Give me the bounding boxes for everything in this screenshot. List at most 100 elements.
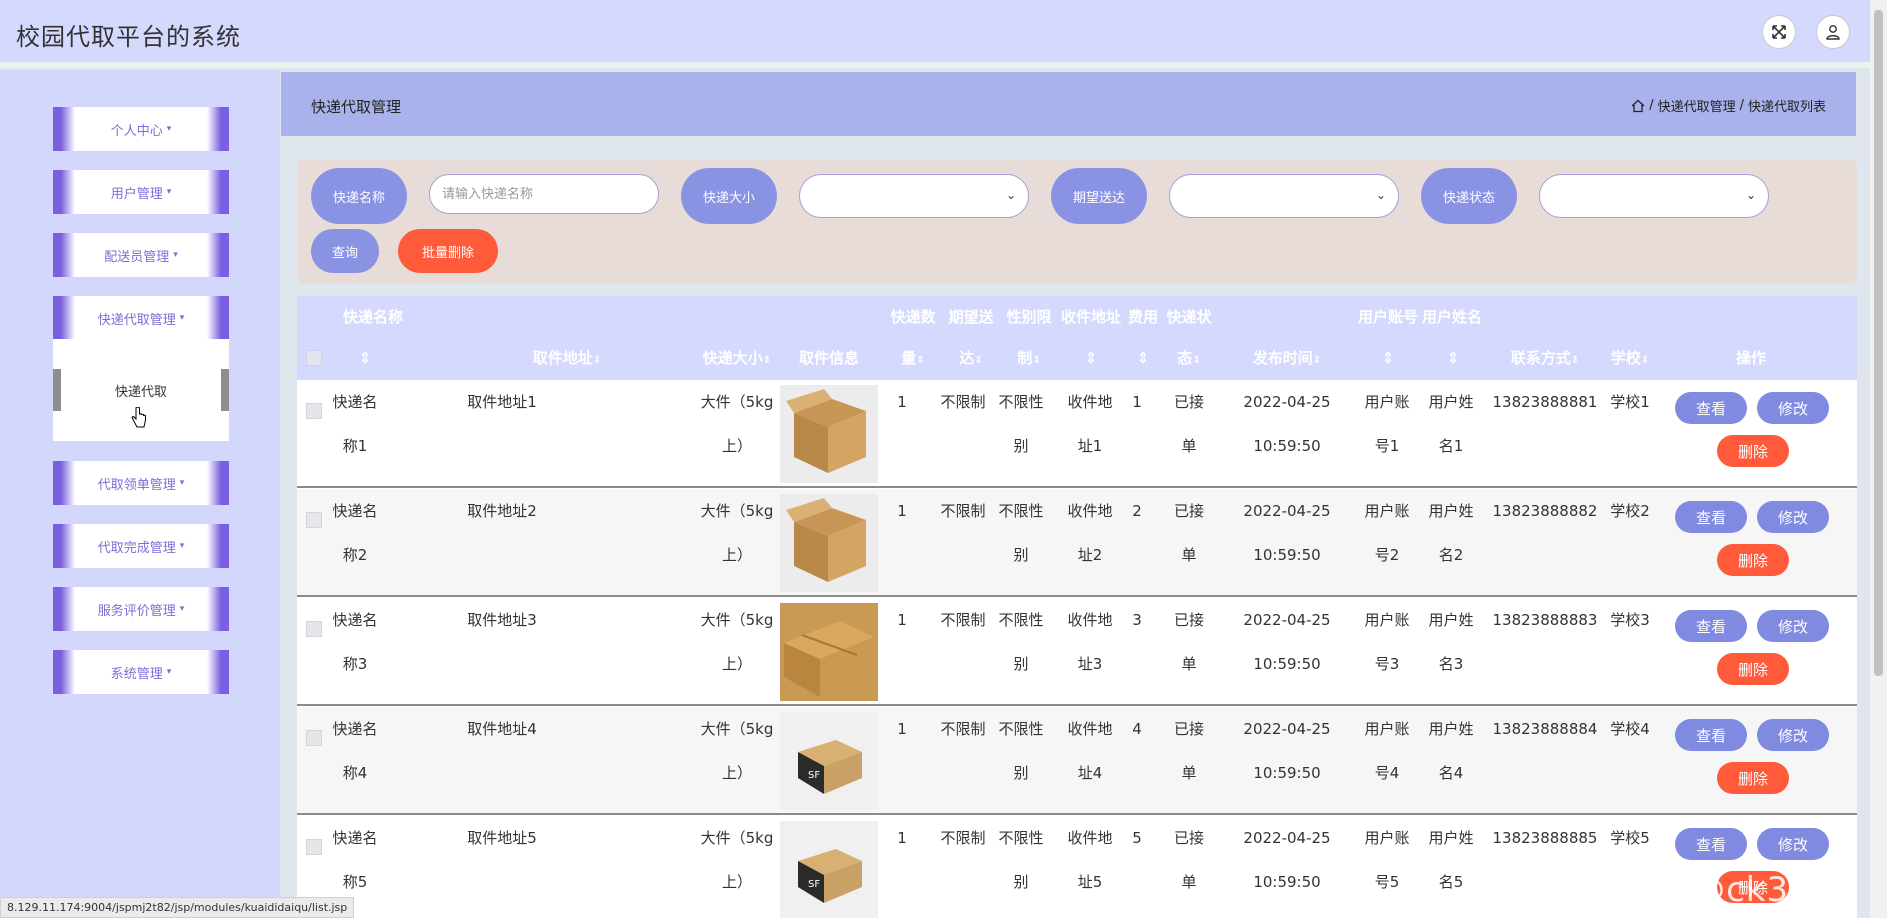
cell-size: 大件（5kg: [700, 502, 774, 520]
header-status-sort[interactable]: 态⇕: [1161, 347, 1217, 372]
view-button[interactable]: 查看: [1675, 610, 1747, 642]
cell-name: 称1: [342, 437, 368, 455]
cell-size: 大件（5kg: [700, 393, 774, 411]
status-filter-label: 快递状态: [1421, 168, 1517, 224]
cell-size: 上）: [721, 655, 752, 673]
cell-username: 用户姓: [1428, 502, 1474, 520]
delete-button[interactable]: 删除: [1717, 653, 1789, 685]
page-scrollbar[interactable]: [1870, 0, 1887, 918]
edit-button[interactable]: 修改: [1757, 828, 1829, 860]
cell-name: 快递名: [332, 611, 378, 629]
edit-button[interactable]: 修改: [1757, 610, 1829, 642]
breadcrumb-pickup-management[interactable]: 快递代取管理: [1658, 96, 1736, 115]
cell-pickup-address: 取件地址5: [467, 829, 537, 847]
chevron-down-icon: ▾: [179, 541, 185, 551]
fullscreen-button[interactable]: [1762, 15, 1796, 49]
sidebar-subitem-pickup[interactable]: 快递代取: [53, 369, 229, 411]
cell-recv-addr: 收件地: [1067, 611, 1113, 629]
view-button[interactable]: 查看: [1675, 719, 1747, 751]
sort-icon[interactable]: ⇕: [1378, 347, 1398, 369]
cell-publish-time: 10:59:50: [1253, 546, 1321, 564]
chevron-down-icon: ⌄: [1005, 188, 1016, 202]
cell-status: 单: [1181, 437, 1197, 455]
sidebar-item-courier-management[interactable]: 配送员管理 ▾: [53, 233, 229, 277]
cell-recv-addr: 收件地: [1067, 829, 1113, 847]
chevron-down-icon: ▾: [166, 187, 172, 197]
sidebar-item-personal-center[interactable]: 个人中心 ▾: [53, 107, 229, 151]
header-gender-sort[interactable]: 制⇕: [1001, 347, 1057, 372]
cell-recv-addr: 收件地: [1067, 502, 1113, 520]
sidebar-item-review-management[interactable]: 服务评价管理 ▾: [53, 587, 229, 631]
select-all-checkbox[interactable]: [306, 350, 322, 366]
expect-select[interactable]: ⌄: [1169, 174, 1399, 218]
header-size[interactable]: 快递大小⇕: [677, 347, 797, 372]
query-button[interactable]: 查询: [311, 229, 379, 273]
header-fee: 费用: [1127, 308, 1158, 326]
cell-size: 上）: [721, 546, 752, 564]
browser-status-url: 8.129.11.174:9004/jspmj2t82/jsp/modules/…: [0, 897, 355, 918]
cell-fee: 3: [1132, 611, 1142, 629]
chevron-down-icon: ▾: [166, 124, 172, 134]
cell-account: 用户账: [1364, 502, 1410, 520]
sort-icon: ⇕: [974, 355, 983, 366]
delete-button[interactable]: 删除: [1717, 544, 1789, 576]
cell-username: 名4: [1438, 764, 1464, 782]
cell-gender: 不限性: [998, 829, 1044, 847]
name-filter-label: 快递名称: [311, 168, 407, 224]
cell-account: 号4: [1374, 764, 1400, 782]
cell-expect: 不限制: [940, 720, 986, 738]
home-icon[interactable]: [1631, 99, 1645, 113]
cell-school: 学校3: [1610, 611, 1650, 629]
header-contact[interactable]: 联系方式⇕: [1487, 347, 1603, 372]
header-name: 快递名称: [342, 308, 403, 326]
sort-icon[interactable]: ⇕: [355, 347, 375, 369]
sidebar-item-user-management[interactable]: 用户管理 ▾: [53, 170, 229, 214]
sidebar-item-completion-management[interactable]: 代取完成管理 ▾: [53, 524, 229, 568]
view-button[interactable]: 查看: [1675, 501, 1747, 533]
sidebar-item-claim-management[interactable]: 代取领单管理 ▾: [53, 461, 229, 505]
sidebar-item-system-management[interactable]: 系统管理 ▾: [53, 650, 229, 694]
header-recv-addr: 收件地址: [1060, 308, 1121, 326]
header-expect: 期望送: [948, 308, 994, 326]
sort-icon[interactable]: ⇕: [1081, 347, 1101, 369]
edit-button[interactable]: 修改: [1757, 719, 1829, 751]
user-icon: [1826, 25, 1840, 40]
bulk-delete-button[interactable]: 批量删除: [398, 229, 498, 273]
user-menu-button[interactable]: [1816, 15, 1850, 49]
cell-account: 号3: [1374, 655, 1400, 673]
expand-icon: [1772, 25, 1786, 39]
sort-icon[interactable]: ⇕: [1443, 347, 1463, 369]
delete-button[interactable]: 删除: [1717, 762, 1789, 794]
chevron-down-icon: ▾: [173, 250, 178, 260]
header-expect-sort[interactable]: 达⇕: [943, 347, 999, 372]
cell-gender: 别: [1013, 546, 1029, 564]
header-pickup-address[interactable]: 取件地址⇕: [497, 347, 637, 372]
size-select[interactable]: ⌄: [799, 174, 1029, 218]
view-button[interactable]: 查看: [1675, 392, 1747, 424]
sort-icon[interactable]: ⇕: [1133, 347, 1153, 369]
cell-status: 单: [1181, 873, 1197, 891]
sidebar-item-label: 代取完成管理: [97, 540, 176, 556]
cell-status: 已接: [1173, 393, 1204, 411]
scrollbar-thumb[interactable]: [1874, 10, 1883, 676]
sidebar-item-label: 系统管理: [110, 666, 163, 682]
edit-button[interactable]: 修改: [1757, 501, 1829, 533]
cell-contact: 13823888883: [1492, 611, 1598, 629]
cell-contact: 13823888885: [1492, 829, 1598, 847]
cell-school: 学校2: [1610, 502, 1650, 520]
view-button[interactable]: 查看: [1675, 828, 1747, 860]
sidebar-item-pickup-management[interactable]: 快递代取管理 ▾: [53, 296, 229, 340]
header-count-sort[interactable]: 量⇕: [885, 347, 941, 372]
cell-size: 大件（5kg: [700, 829, 774, 847]
cell-status: 已接: [1173, 611, 1204, 629]
edit-button[interactable]: 修改: [1757, 392, 1829, 424]
name-search-input[interactable]: [429, 174, 659, 214]
cell-publish-date: 2022-04-25: [1243, 393, 1331, 411]
header-publish-time[interactable]: 发布时间⇕: [1227, 347, 1347, 372]
status-select[interactable]: ⌄: [1539, 174, 1769, 218]
cell-name: 称3: [342, 655, 368, 673]
delete-button[interactable]: 删除: [1717, 435, 1789, 467]
package-image: [780, 385, 878, 483]
cell-count: 1: [897, 829, 907, 847]
header-school[interactable]: 学校⇕: [1601, 347, 1659, 372]
